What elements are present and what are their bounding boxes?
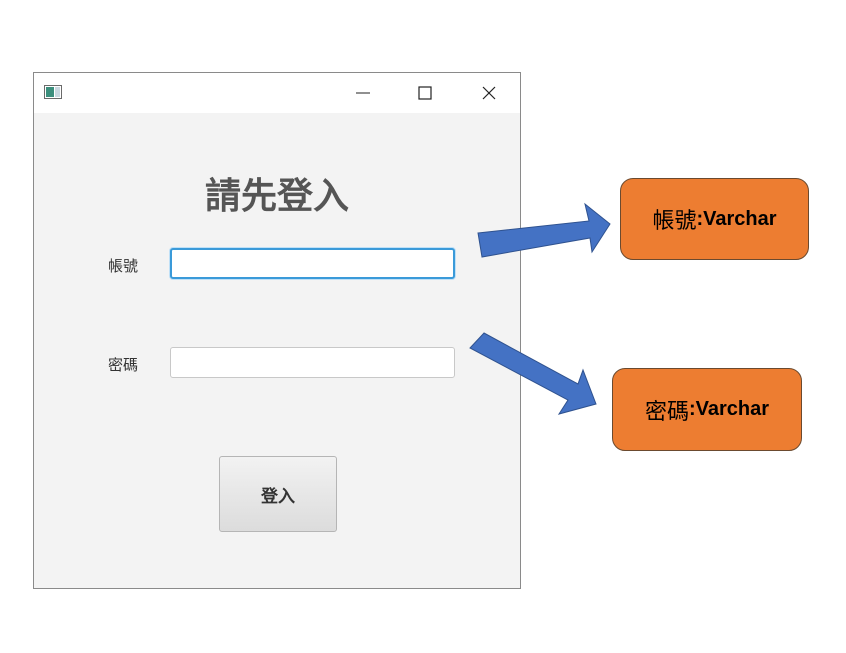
callout-field-name: 帳號 xyxy=(652,209,697,234)
callout-separator: : xyxy=(688,398,696,420)
arrow-to-username-type xyxy=(477,202,611,258)
callout-type: Varchar xyxy=(703,207,777,230)
callout-separator: : xyxy=(696,207,704,230)
arrow-to-password-type xyxy=(469,332,597,415)
callout-type: Varchar xyxy=(695,398,770,420)
username-type-callout: 帳號: Varchar xyxy=(620,178,809,260)
password-type-callout: 密碼: Varchar xyxy=(612,368,802,451)
arrows-layer xyxy=(469,202,611,415)
callout-field-name: 密碼 xyxy=(644,399,689,425)
